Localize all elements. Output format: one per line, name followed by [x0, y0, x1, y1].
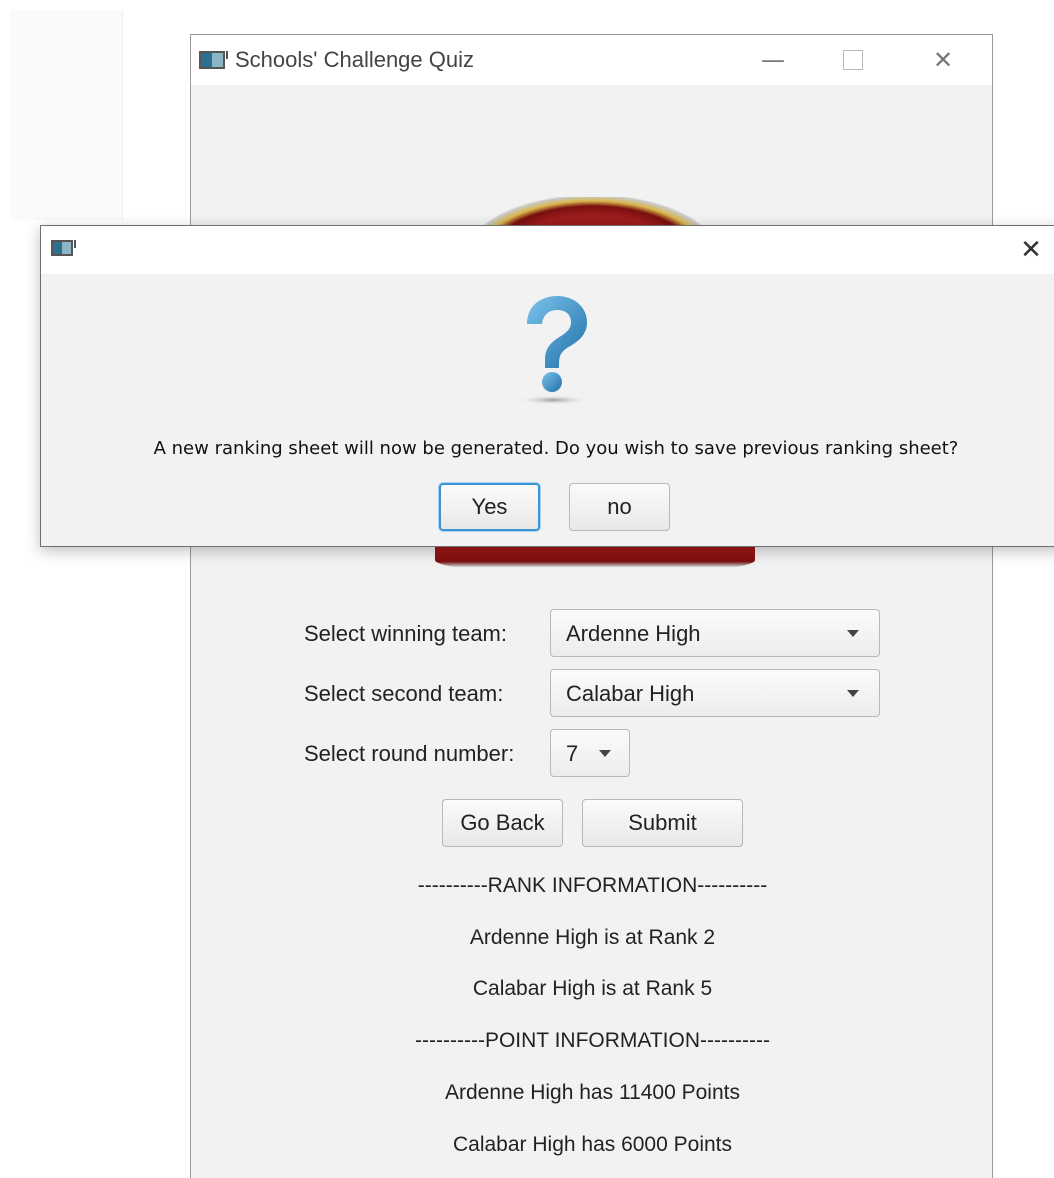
minimize-icon: — — [761, 46, 785, 74]
submit-button[interactable]: Submit — [582, 799, 743, 847]
question-icon — [517, 296, 589, 405]
round-number-value: 7 — [566, 741, 579, 766]
point-line-winning: Ardenne High has 11400 Points — [445, 1081, 740, 1104]
maximize-button[interactable] — [823, 35, 883, 85]
second-team-select[interactable]: Calabar High — [550, 669, 880, 717]
yes-button[interactable]: Yes — [439, 483, 540, 531]
dialog-app-icon — [51, 240, 76, 256]
point-line-second: Calabar High has 6000 Points — [452, 1133, 732, 1156]
close-icon: ✕ — [1020, 235, 1042, 265]
dialog-message: A new ranking sheet will now be generate… — [153, 438, 959, 459]
second-team-row: Select second team: Calabar High — [191, 669, 994, 719]
app-icon — [199, 51, 228, 69]
rank-info-header: ----------RANK INFORMATION---------- — [417, 874, 768, 897]
rank-line-winning: Ardenne High is at Rank 2 — [469, 926, 716, 949]
winning-team-value: Ardenne High — [566, 621, 701, 646]
confirm-dialog: ✕ A new ranking sheet will now be genera… — [40, 225, 1054, 547]
second-team-value: Calabar High — [566, 681, 695, 706]
maximize-icon — [843, 50, 863, 70]
point-info-header: ----------POINT INFORMATION---------- — [415, 1029, 770, 1052]
minimize-button[interactable]: — — [743, 35, 803, 85]
main-window: Schools' Challenge Quiz — ✕ Select winni… — [190, 34, 993, 1178]
close-button[interactable]: ✕ — [913, 35, 973, 85]
no-button[interactable]: no — [569, 483, 670, 531]
window-title: Schools' Challenge Quiz — [235, 47, 475, 72]
chevron-down-icon — [847, 630, 859, 637]
round-number-row: Select round number: 7 — [191, 729, 994, 779]
chevron-down-icon — [599, 750, 611, 757]
winning-team-row: Select winning team: Ardenne High — [191, 609, 994, 659]
dialog-titlebar[interactable]: ✕ — [41, 226, 1054, 274]
dialog-close-button[interactable]: ✕ — [1007, 226, 1054, 274]
main-titlebar[interactable]: Schools' Challenge Quiz — ✕ — [191, 35, 992, 85]
shield-logo-bottom — [435, 545, 755, 575]
rank-line-second: Calabar High is at Rank 5 — [472, 977, 713, 1000]
second-team-label: Select second team: — [304, 681, 504, 706]
round-number-label: Select round number: — [304, 741, 515, 766]
background-window-edge — [10, 10, 123, 220]
go-back-button[interactable]: Go Back — [442, 799, 563, 847]
chevron-down-icon — [847, 690, 859, 697]
winning-team-select[interactable]: Ardenne High — [550, 609, 880, 657]
round-number-select[interactable]: 7 — [550, 729, 630, 777]
winning-team-label: Select winning team: — [304, 621, 507, 646]
close-icon: ✕ — [932, 46, 954, 74]
